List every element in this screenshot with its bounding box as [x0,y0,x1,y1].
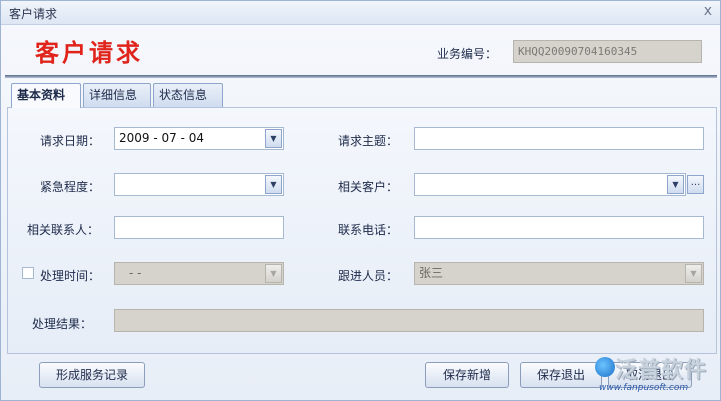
header-area: 客户请求 业务编号： KHQQ20090704160345 [1,25,720,75]
chevron-down-icon[interactable]: ▼ [667,175,684,194]
request-date-value: 2009 - 07 - 04 [119,131,204,145]
header-divider [5,75,717,78]
tab-detail-info[interactable]: 详细信息 [83,83,151,107]
business-no-field: KHQQ20090704160345 [513,40,702,63]
close-icon[interactable]: x [704,3,712,19]
related-customer-select[interactable]: ▼ [414,173,686,196]
result-field [114,309,704,332]
follower-select: 张三 ▼ [414,262,704,285]
save-new-button[interactable]: 保存新增 [425,362,509,388]
business-no-label: 业务编号： [437,47,498,61]
chevron-down-icon: ▼ [685,264,702,283]
watermark-brand: 泛普软件 [615,358,708,383]
follower-label: 跟进人员： [338,269,399,283]
request-subject-input[interactable] [414,127,704,150]
request-date-field[interactable]: 2009 - 07 - 04 ▼ [114,127,284,150]
request-subject-label: 请求主题： [338,134,399,148]
window-title: 客户请求 [9,7,58,21]
create-service-record-button[interactable]: 形成服务记录 [39,362,145,388]
phone-input[interactable] [414,216,704,239]
chevron-down-icon: ▼ [265,264,282,283]
phone-label: 联系电话： [338,223,399,237]
urgency-label: 紧急程度： [40,180,101,194]
request-date-label: 请求日期： [40,134,101,148]
tab-status-info[interactable]: 状态信息 [153,83,223,107]
watermark-url: www.fanpusoft.com [599,383,689,393]
tab-basic-info[interactable]: 基本资料 [11,83,81,108]
related-contact-label: 相关联系人： [27,223,100,237]
handle-time-field: - - ▼ [114,262,284,285]
follower-value: 张三 [419,266,444,280]
handle-time-checkbox[interactable] [22,267,34,279]
handle-time-value: - - [129,266,142,280]
related-customer-label: 相关客户： [338,180,399,194]
customer-request-window: 客户请求 x 客户请求 业务编号： KHQQ20090704160345 基本资… [0,0,721,401]
brand-logo-icon [595,357,615,377]
ellipsis-icon[interactable]: ... [687,175,704,194]
save-exit-button[interactable]: 保存退出 [520,362,602,388]
form-panel: 请求日期： 2009 - 07 - 04 ▼ 请求主题： 紧急程度： ▼ 相关客… [7,107,717,354]
chevron-down-icon[interactable]: ▼ [265,129,282,148]
title-bar: 客户请求 x [1,1,720,25]
related-contact-input[interactable] [114,216,284,239]
page-title: 客户请求 [35,38,143,67]
chevron-down-icon[interactable]: ▼ [265,175,282,194]
handle-time-label: 处理时间： [40,269,101,283]
watermark: 泛普软件 www.fanpusoft.com [595,353,719,399]
urgency-select[interactable]: ▼ [114,173,284,196]
result-label: 处理结果： [32,317,93,331]
